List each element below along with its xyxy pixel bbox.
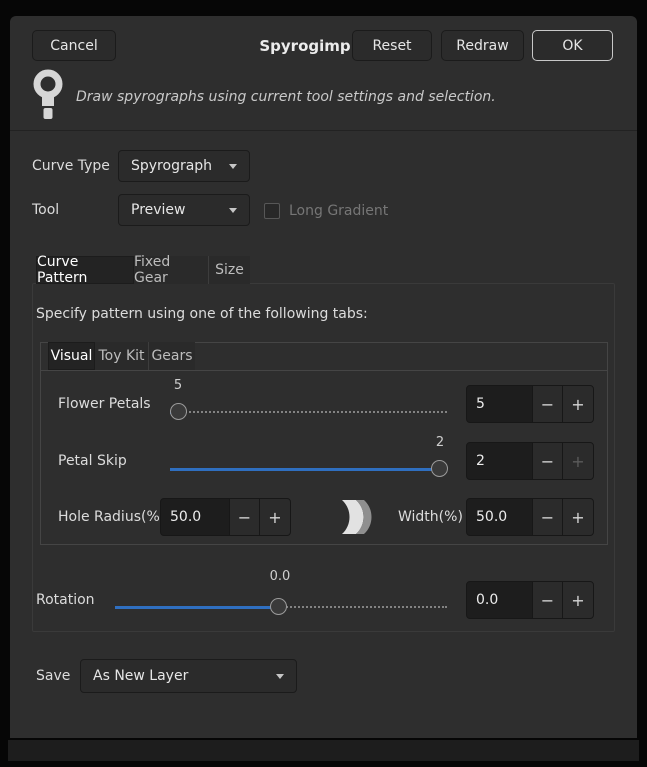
- save-label: Save: [36, 659, 70, 693]
- rotation-slider-value: 0.0: [260, 569, 300, 584]
- curve-type-value: Spyrograph: [131, 158, 212, 174]
- long-gradient-label: Long Gradient: [289, 195, 388, 227]
- tool-dropdown[interactable]: Preview: [118, 194, 250, 226]
- hole-radius-increment-button[interactable]: +: [259, 499, 290, 535]
- flower-petals-increment-button[interactable]: +: [562, 386, 593, 422]
- width-input[interactable]: 50.0: [467, 499, 532, 535]
- rotation-slider-thumb[interactable]: [270, 598, 287, 615]
- flower-petals-label: Flower Petals: [58, 385, 151, 423]
- petal-skip-slider[interactable]: [170, 459, 447, 479]
- spyrograph-plugin-icon: [30, 68, 66, 126]
- petal-skip-input[interactable]: 2: [467, 443, 532, 479]
- rotation-increment-button[interactable]: +: [562, 582, 593, 618]
- width-label: Width(%): [398, 498, 463, 536]
- tab-gears[interactable]: Gears: [148, 342, 195, 370]
- hole-radius-label: Hole Radius(%): [58, 498, 165, 536]
- pattern-hint: Specify pattern using one of the followi…: [36, 306, 368, 322]
- spyrogimp-dialog: Cancel Spyrogimp Reset Redraw OK Draw sp…: [10, 16, 637, 738]
- width-decrement-button[interactable]: −: [532, 499, 562, 535]
- dialog-description: Draw spyrographs using current tool sett…: [76, 88, 566, 106]
- flower-petals-spinner: 5 − +: [466, 385, 594, 423]
- rotation-slider[interactable]: [115, 597, 447, 617]
- hole-radius-input[interactable]: 50.0: [161, 499, 229, 535]
- petal-skip-label: Petal Skip: [58, 442, 127, 480]
- reset-button[interactable]: Reset: [352, 30, 432, 61]
- rotation-decrement-button[interactable]: −: [532, 582, 562, 618]
- slider-fill: [170, 468, 447, 471]
- cancel-button[interactable]: Cancel: [32, 30, 116, 61]
- tab-toy-kit[interactable]: Toy Kit: [95, 342, 148, 370]
- chevron-down-icon: [229, 208, 237, 213]
- ring-width-icon: [332, 499, 384, 535]
- chevron-down-icon: [276, 674, 284, 679]
- tab-curve-pattern[interactable]: Curve Pattern: [36, 256, 134, 284]
- tab-size[interactable]: Size: [208, 256, 250, 284]
- tab-fixed-gear[interactable]: Fixed Gear: [134, 256, 208, 284]
- curve-type-label: Curve Type: [32, 150, 110, 182]
- inner-tab-divider: [40, 370, 608, 371]
- hole-radius-spinner: 50.0 − +: [160, 498, 291, 536]
- width-spinner: 50.0 − +: [466, 498, 594, 536]
- tool-value: Preview: [131, 202, 186, 218]
- tab-visual[interactable]: Visual: [48, 342, 95, 370]
- slider-track: [170, 411, 447, 413]
- petal-skip-decrement-button[interactable]: −: [532, 443, 562, 479]
- window-bottom-edge: [8, 740, 639, 761]
- rotation-input[interactable]: 0.0: [467, 582, 532, 618]
- petal-skip-spinner: 2 − +: [466, 442, 594, 480]
- tool-label: Tool: [32, 194, 59, 226]
- width-increment-button[interactable]: +: [562, 499, 593, 535]
- chevron-down-icon: [229, 164, 237, 169]
- flower-petals-slider-thumb[interactable]: [170, 403, 187, 420]
- curve-type-dropdown[interactable]: Spyrograph: [118, 150, 250, 182]
- slider-fill: [115, 606, 278, 609]
- flower-petals-decrement-button[interactable]: −: [532, 386, 562, 422]
- redraw-button[interactable]: Redraw: [441, 30, 524, 61]
- rotation-label: Rotation: [36, 581, 95, 619]
- petal-skip-slider-thumb[interactable]: [431, 460, 448, 477]
- long-gradient-checkbox[interactable]: [264, 203, 280, 219]
- header-separator: [10, 130, 637, 131]
- petal-skip-slider-value: 2: [428, 435, 452, 450]
- save-value: As New Layer: [93, 668, 188, 684]
- save-dropdown[interactable]: As New Layer: [80, 659, 297, 693]
- rotation-spinner: 0.0 − +: [466, 581, 594, 619]
- petal-skip-increment-button: +: [562, 443, 593, 479]
- flower-petals-input[interactable]: 5: [467, 386, 532, 422]
- hole-radius-decrement-button[interactable]: −: [229, 499, 259, 535]
- flower-petals-slider-value: 5: [166, 378, 190, 393]
- flower-petals-slider[interactable]: [170, 402, 447, 422]
- ok-button[interactable]: OK: [532, 30, 613, 61]
